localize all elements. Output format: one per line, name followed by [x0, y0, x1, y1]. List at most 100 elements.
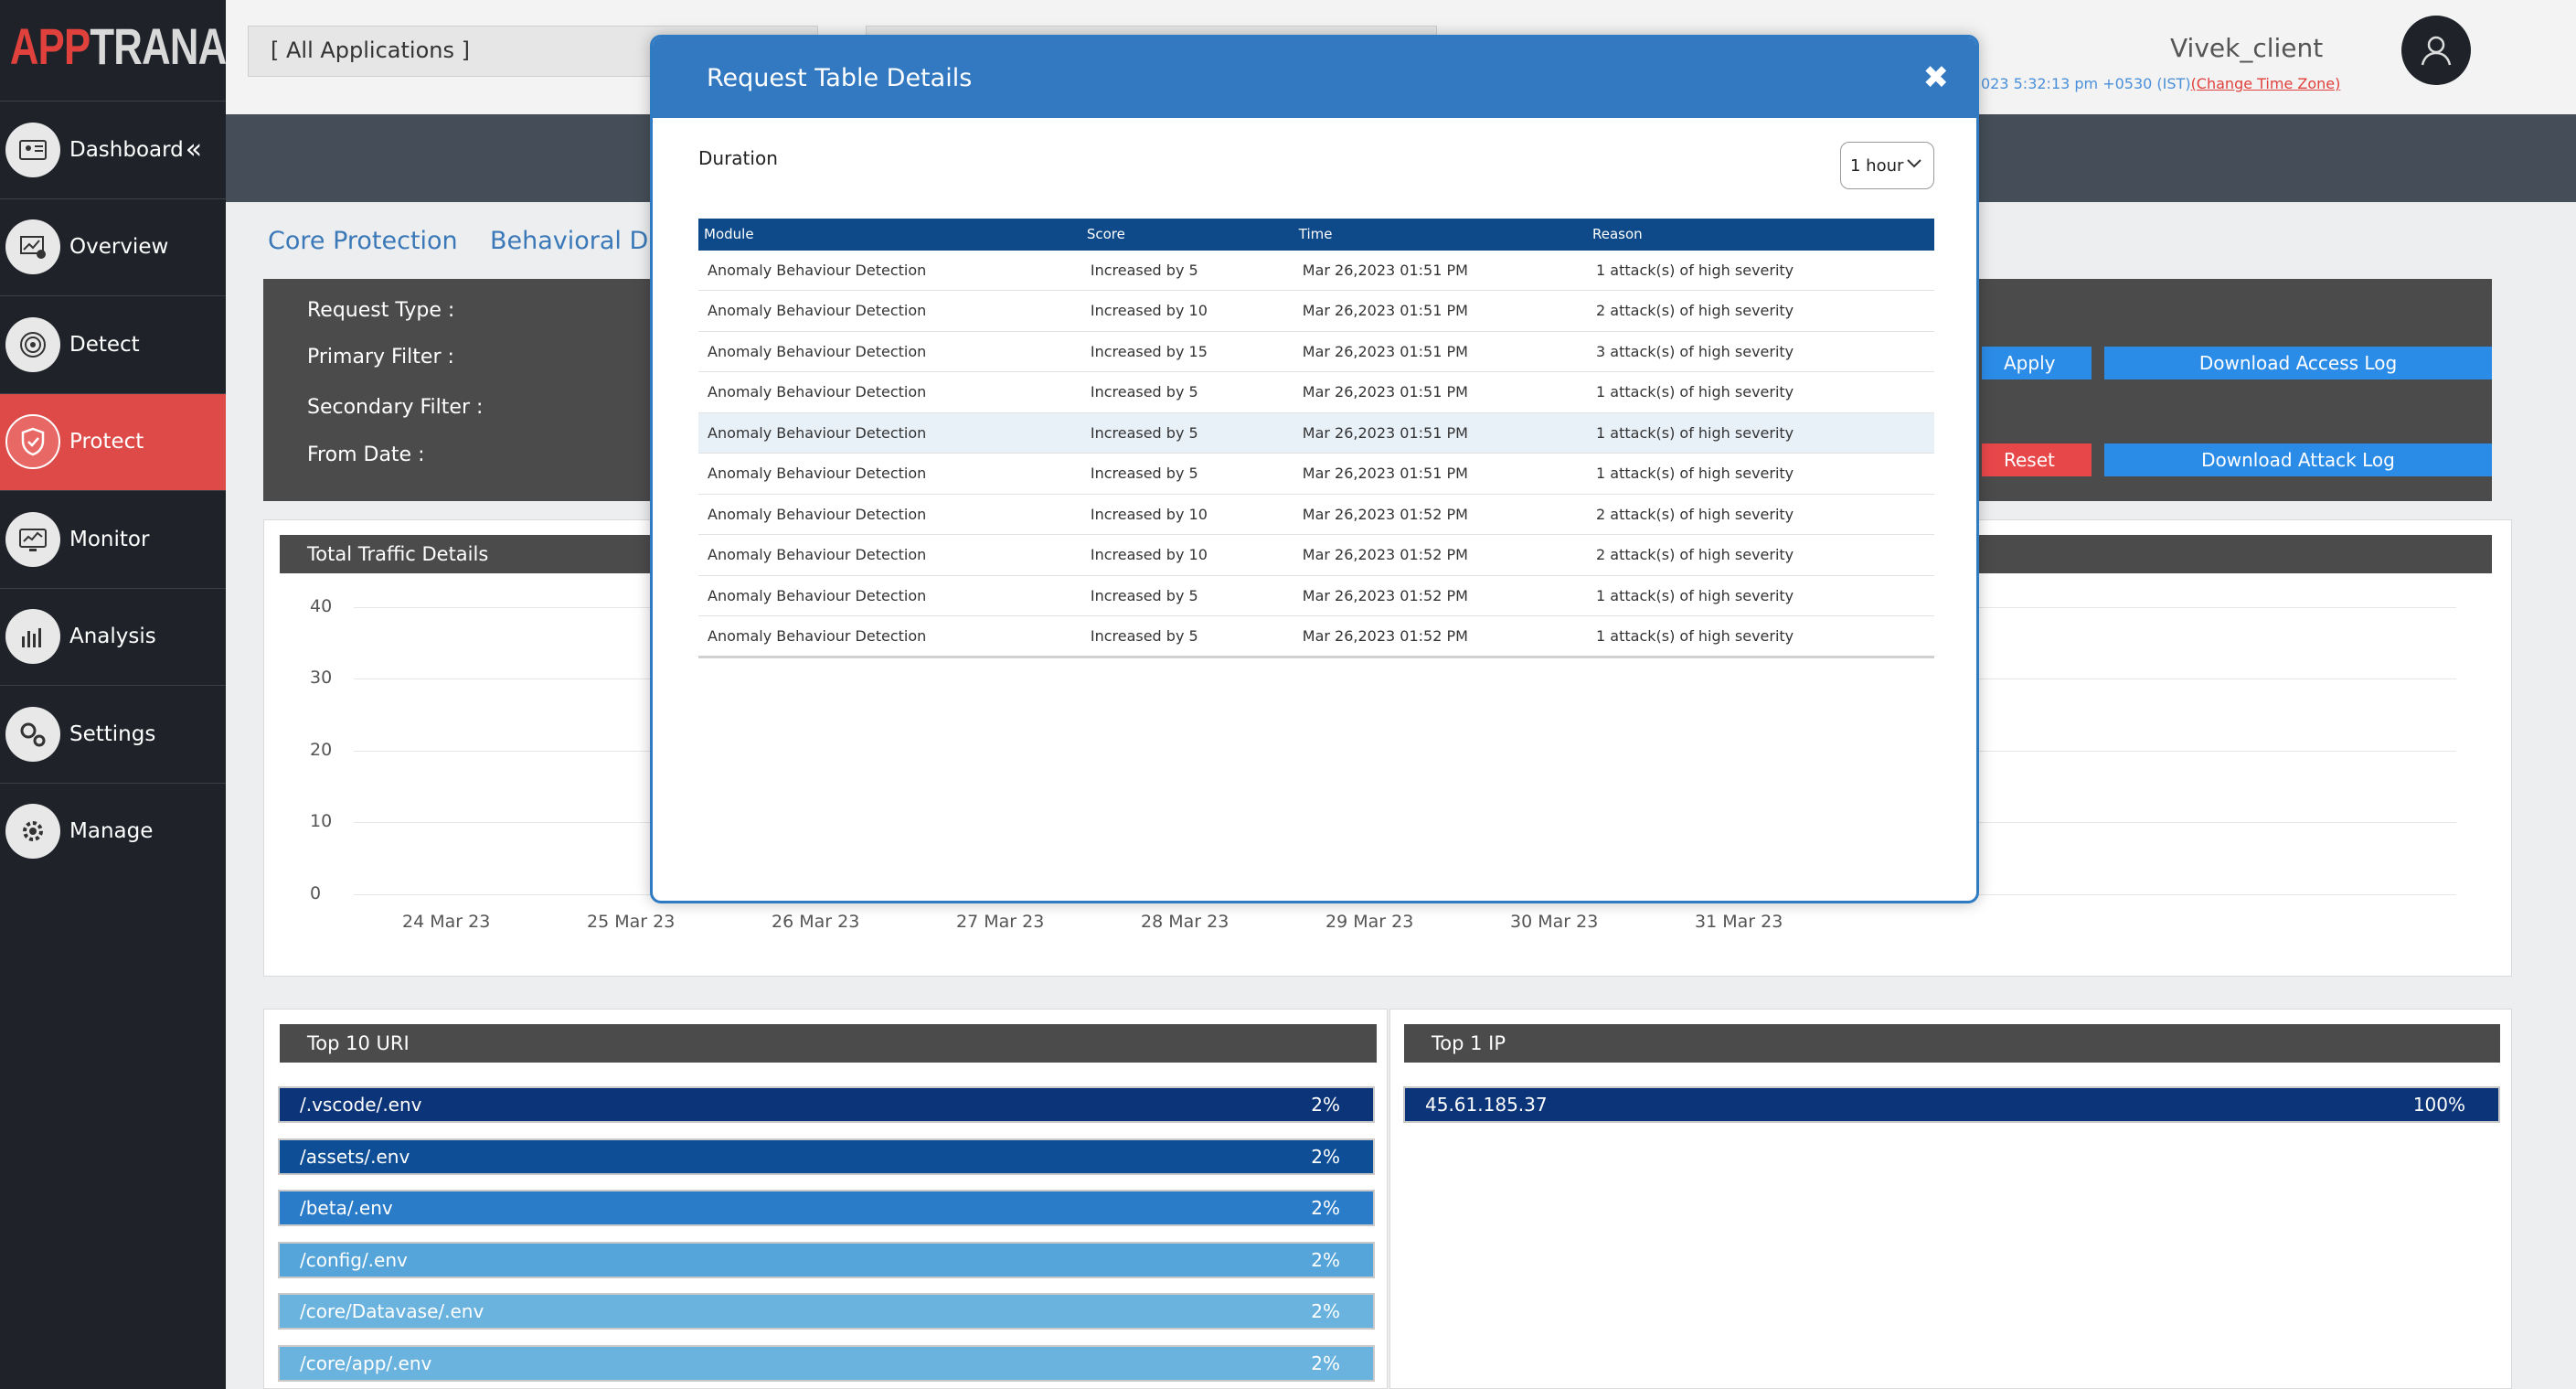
table-cell: Mar 26,2023 01:52 PM: [1293, 575, 1588, 616]
request-table-modal: Request Table Details ✖ Duration 1 hour …: [650, 35, 1979, 903]
overview-icon: [5, 219, 60, 275]
table-cell: 1 attack(s) of high severity: [1587, 412, 1934, 454]
sidebar-item-label: Dashboard: [69, 137, 184, 162]
table-cell: 1 attack(s) of high severity: [1587, 453, 1934, 495]
table-row[interactable]: Anomaly Behaviour Detection Increased by …: [698, 494, 1934, 535]
close-icon[interactable]: ✖: [1923, 59, 1950, 96]
table-cell: Anomaly Behaviour Detection: [698, 453, 1081, 495]
collapse-sidebar-icon[interactable]: «: [186, 134, 202, 166]
request-table: Module Score Time Reason Anomaly Behaviour …: [698, 219, 1934, 658]
table-cell: Mar 26,2023 01:51 PM: [1293, 371, 1588, 413]
tab-core-protection[interactable]: Core Protection: [268, 227, 458, 255]
table-cell: Increased by 5: [1080, 615, 1293, 658]
table-body: Anomaly Behaviour Detection Increased by …: [698, 250, 1934, 658]
table-row[interactable]: Anomaly Behaviour Detection Increased by …: [698, 331, 1934, 372]
table-cell: Increased by 5: [1080, 250, 1293, 291]
top-ip-title: Top 1 IP: [1404, 1024, 2500, 1063]
list-item[interactable]: /core/app/.env 2%: [278, 1344, 1375, 1382]
download-access-log-button[interactable]: Download Access Log: [2104, 347, 2492, 379]
list-item[interactable]: /.vscode/.env 2%: [278, 1086, 1375, 1123]
table-cell: Anomaly Behaviour Detection: [698, 494, 1081, 535]
logo-text-trana: TRANA: [90, 17, 227, 75]
shield-icon: [5, 414, 60, 470]
sidebar-item-label: Protect: [69, 430, 144, 454]
sidebar-item-protect[interactable]: Protect: [0, 392, 226, 490]
table-cell: Mar 26,2023 01:52 PM: [1293, 615, 1588, 658]
sidebar-item-label: Detect: [69, 332, 140, 357]
table-cell: Increased by 5: [1080, 371, 1293, 413]
sidebar-item-monitor[interactable]: Monitor: [0, 490, 226, 588]
item-percent: 100%: [2412, 1094, 2465, 1116]
top-ip-card: Top 1 IP 45.61.185.37 100%: [1389, 1009, 2512, 1389]
table-cell: 1 attack(s) of high severity: [1587, 575, 1934, 616]
apply-button[interactable]: Apply: [1982, 347, 2092, 379]
table-cell: Mar 26,2023 01:51 PM: [1293, 331, 1588, 372]
list-item[interactable]: /beta/.env 2%: [278, 1190, 1375, 1226]
gears-icon: [5, 706, 60, 762]
table-cell: Anomaly Behaviour Detection: [698, 575, 1081, 616]
item-percent: 2%: [1311, 1352, 1340, 1374]
item-label: 45.61.185.37: [1425, 1094, 1548, 1116]
sidebar-item-detect[interactable]: Detect: [0, 295, 226, 393]
duration-label: Duration: [698, 147, 778, 169]
item-percent: 2%: [1311, 1197, 1340, 1219]
sidebar-item-label: Analysis: [69, 625, 156, 649]
table-row[interactable]: Anomaly Behaviour Detection Increased by …: [698, 371, 1934, 413]
table-row[interactable]: Anomaly Behaviour Detection Increased by …: [698, 412, 1934, 454]
item-percent: 2%: [1311, 1248, 1340, 1271]
download-attack-log-button[interactable]: Download Attack Log: [2104, 443, 2492, 476]
sidebar-item-manage[interactable]: Manage: [0, 782, 226, 881]
item-percent: 2%: [1311, 1300, 1340, 1322]
time-text: 023 5:32:13 pm +0530 (IST): [1981, 75, 2191, 92]
table-cell: Anomaly Behaviour Detection: [698, 331, 1081, 372]
x-axis-tick: 24 Mar 23: [402, 912, 491, 932]
table-row[interactable]: Anomaly Behaviour Detection Increased by …: [698, 534, 1934, 576]
item-percent: 2%: [1311, 1094, 1340, 1116]
duration-value: 1 hour: [1850, 155, 1904, 176]
sidebar-item-label: Manage: [69, 819, 154, 844]
analysis-icon: [5, 609, 60, 665]
change-time-zone-link[interactable]: (Change Time Zone): [2191, 75, 2341, 92]
table-cell: Anomaly Behaviour Detection: [698, 534, 1081, 576]
username: Vivek_client: [2170, 33, 2324, 63]
sidebar-item-dashboard[interactable]: Dashboard «: [0, 101, 226, 198]
table-cell: Increased by 10: [1080, 534, 1293, 576]
sidebar-item-settings[interactable]: Settings: [0, 685, 226, 783]
table-cell: Mar 26,2023 01:51 PM: [1293, 290, 1588, 332]
list-item[interactable]: /config/.env 2%: [278, 1241, 1375, 1278]
table-cell: Mar 26,2023 01:52 PM: [1293, 494, 1588, 535]
x-axis-tick: 31 Mar 23: [1695, 912, 1783, 932]
table-cell: 2 attack(s) of high severity: [1587, 534, 1934, 576]
sidebar-item-overview[interactable]: Overview: [0, 198, 226, 296]
duration-select[interactable]: 1 hour: [1840, 142, 1934, 189]
top-uri-title: Top 10 URI: [280, 1024, 1377, 1063]
sidebar-item-label: Overview: [69, 235, 169, 260]
table-cell: 3 attack(s) of high severity: [1587, 331, 1934, 372]
column-header-module[interactable]: Module: [698, 219, 1081, 251]
list-item[interactable]: /assets/.env 2%: [278, 1138, 1375, 1175]
apptrana-logo[interactable]: APPTRANA: [0, 0, 227, 101]
column-header-score[interactable]: Score: [1080, 219, 1293, 251]
item-label: /core/app/.env: [300, 1352, 432, 1374]
modal-header: Request Table Details ✖: [653, 37, 1976, 118]
reset-button[interactable]: Reset: [1982, 443, 2092, 476]
avatar[interactable]: [2401, 16, 2471, 85]
table-row[interactable]: Anomaly Behaviour Detection Increased by …: [698, 290, 1934, 332]
table-row[interactable]: Anomaly Behaviour Detection Increased by …: [698, 615, 1934, 658]
table-row[interactable]: Anomaly Behaviour Detection Increased by …: [698, 250, 1934, 291]
sidebar-item-analysis[interactable]: Analysis: [0, 587, 226, 686]
item-label: /assets/.env: [300, 1145, 410, 1168]
table-cell: Increased by 5: [1080, 412, 1293, 454]
table-cell: Mar 26,2023 01:51 PM: [1293, 412, 1588, 454]
table-row[interactable]: Anomaly Behaviour Detection Increased by …: [698, 575, 1934, 616]
item-percent: 2%: [1311, 1145, 1340, 1168]
table-row[interactable]: Anomaly Behaviour Detection Increased by …: [698, 453, 1934, 495]
column-header-time[interactable]: Time: [1293, 219, 1588, 251]
column-header-reason[interactable]: Reason: [1587, 219, 1934, 251]
list-item[interactable]: /core/Datavase/.env 2%: [278, 1293, 1375, 1330]
x-axis-tick: 25 Mar 23: [587, 912, 676, 932]
table-header-row: Module Score Time Reason: [698, 219, 1934, 251]
list-item[interactable]: 45.61.185.37 100%: [1403, 1086, 2500, 1123]
item-label: /config/.env: [300, 1248, 408, 1271]
gear-icon: [5, 804, 60, 860]
